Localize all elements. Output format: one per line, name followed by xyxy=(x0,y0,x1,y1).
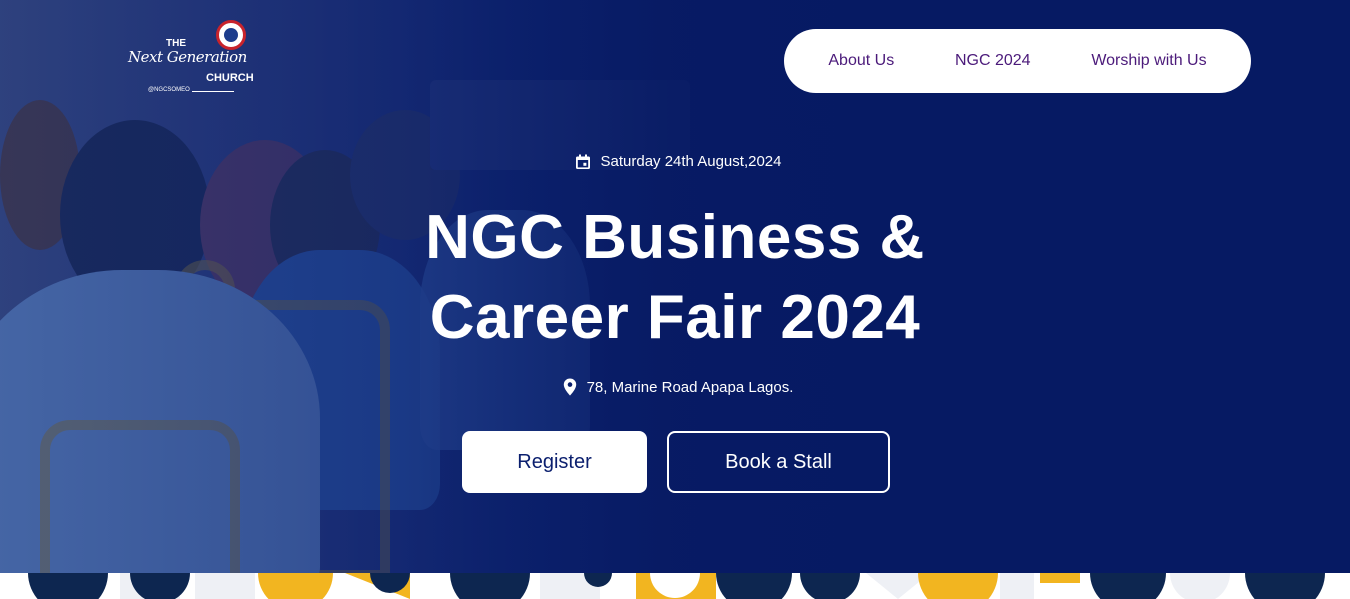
nav-item-about-us[interactable]: About Us xyxy=(828,52,894,70)
logo-script-text: Next Generation xyxy=(128,48,247,66)
logo-divider xyxy=(192,91,234,92)
event-title-line-2: Career Fair 2024 xyxy=(429,283,921,352)
event-location-text: 78, Marine Road Apapa Lagos. xyxy=(586,378,794,396)
nav-item-worship-with-us[interactable]: Worship with Us xyxy=(1091,52,1206,70)
church-logo[interactable]: THE Next Generation CHURCH @NGCSOMEO xyxy=(128,20,273,98)
nav-item-ngc-2024[interactable]: NGC 2024 xyxy=(955,52,1031,70)
logo-church-text: CHURCH xyxy=(206,72,254,84)
event-title: NGC Business & Career Fair 2024 xyxy=(0,198,1350,358)
pattern-shapes-icon xyxy=(0,573,1350,599)
decorative-pattern-strip xyxy=(0,573,1350,599)
logo-seal-icon xyxy=(216,20,246,50)
event-title-line-1: NGC Business & xyxy=(425,203,925,272)
top-navigation: About Us NGC 2024 Worship with Us xyxy=(784,29,1251,93)
hero-banner: THE Next Generation CHURCH @NGCSOMEO Abo… xyxy=(0,0,1350,573)
event-date-text: Saturday 24th August,2024 xyxy=(600,153,782,170)
register-button[interactable]: Register xyxy=(462,431,647,493)
location-pin-icon xyxy=(563,378,576,396)
event-date: Saturday 24th August,2024 xyxy=(0,153,1350,170)
calendar-icon xyxy=(575,154,590,169)
book-stall-button[interactable]: Book a Stall xyxy=(667,431,890,493)
logo-handle-text: @NGCSOMEO xyxy=(148,87,190,93)
event-location: 78, Marine Road Apapa Lagos. xyxy=(0,378,1350,396)
